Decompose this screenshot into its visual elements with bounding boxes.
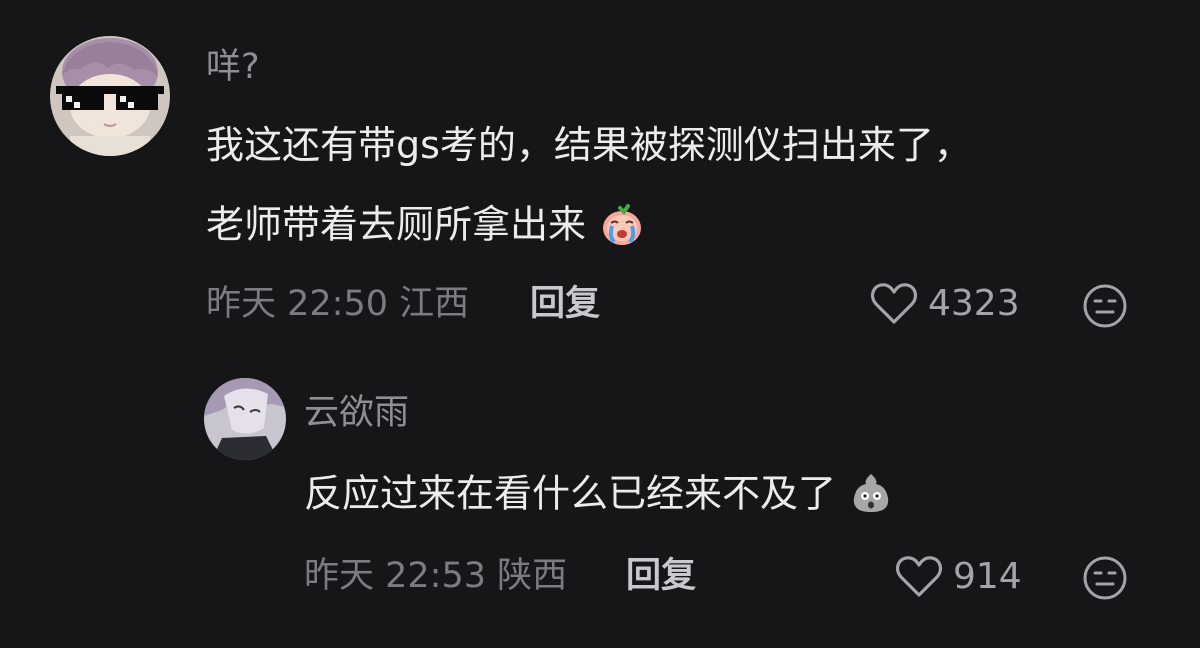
comment-text: 反应过来在看什么已经来不及了	[304, 471, 837, 516]
comment-meta: 昨天 22:50 江西	[206, 287, 469, 322]
neutral-face-icon[interactable]	[1082, 555, 1128, 601]
heart-outline-icon	[870, 283, 918, 324]
comment-time: 昨天 22:53	[304, 556, 486, 596]
like-count: 4323	[928, 283, 1020, 324]
heart-outline-icon	[895, 556, 943, 597]
crying-peach-emoji	[598, 200, 646, 254]
neutral-face-icon[interactable]	[1082, 283, 1128, 329]
reply-button[interactable]: 回复	[626, 559, 696, 594]
comment-meta: 昨天 22:53 陕西	[304, 559, 567, 594]
comment-time: 昨天 22:50	[206, 284, 388, 324]
shocked-face-emoji	[848, 470, 894, 522]
comment-location: 陕西	[497, 556, 568, 596]
like-button[interactable]: 4323	[870, 282, 1020, 326]
like-button[interactable]: 914	[895, 555, 1022, 599]
like-count: 914	[953, 556, 1022, 597]
comment-username[interactable]: 咩?	[206, 50, 260, 85]
reply-button[interactable]: 回复	[530, 287, 600, 322]
user-avatar[interactable]	[50, 36, 170, 156]
comment-text-line-2: 老师带着去厕所拿出来	[206, 200, 646, 254]
comment-username[interactable]: 云欲雨	[304, 396, 409, 431]
comment-text: 老师带着去厕所拿出来	[206, 202, 587, 247]
comment-text-line-1: 我这还有带gs考的，结果被探测仪扫出来了，	[206, 123, 972, 167]
comment-text-line-1: 反应过来在看什么已经来不及了	[304, 470, 894, 522]
user-avatar[interactable]	[204, 378, 286, 460]
comment-item: 咩? 我这还有带gs考的，结果被探测仪扫出来了， 老师带着去厕所拿出来 昨天 2…	[0, 0, 1200, 340]
comment-location: 江西	[399, 284, 470, 324]
reply-comment-item: 云欲雨 反应过来在看什么已经来不及了 昨天 22:53 陕西 回复 914	[0, 340, 1200, 648]
